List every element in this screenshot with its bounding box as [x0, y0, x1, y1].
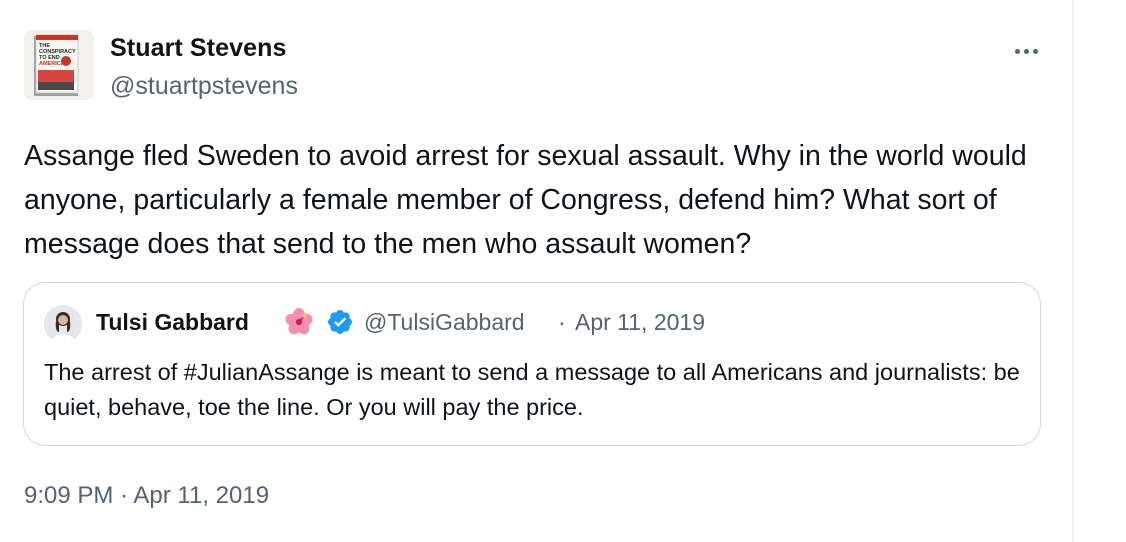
tweet-article: THE CONSPIRACY TO END AMERICA Stuart Ste… — [0, 0, 1072, 542]
person-avatar-icon — [44, 305, 82, 343]
quoted-tweet-date[interactable]: Apr 11, 2019 — [575, 309, 705, 336]
tweet-text: Assange fled Sweden to avoid arrest for … — [24, 140, 1027, 260]
more-dots-icon — [1014, 48, 1020, 54]
tweet-timestamp: 9:09 PM · Apr 11, 2019 — [24, 482, 269, 510]
quoted-separator: · — [558, 309, 566, 335]
book-cover-avatar-icon: THE CONSPIRACY TO END AMERICA — [24, 30, 94, 100]
tweet-time-link[interactable]: 9:09 PM · Apr 11, 2019 — [24, 482, 269, 509]
svg-text:AMERICA: AMERICA — [39, 61, 65, 67]
author-avatar[interactable]: THE CONSPIRACY TO END AMERICA — [24, 30, 94, 100]
timestamp-separator: · — [120, 482, 129, 509]
quoted-author-avatar[interactable] — [44, 305, 82, 343]
right-pane — [1074, 0, 1126, 542]
more-dot — [1032, 48, 1038, 54]
quoted-tweet-text: The arrest of #JulianAssange is meant to… — [44, 359, 1020, 420]
more-options-button[interactable] — [1006, 36, 1046, 66]
quoted-author-display-name[interactable]: Tulsi Gabbard — [96, 309, 249, 336]
more-dot — [1023, 48, 1029, 54]
quoted-tweet-card[interactable]: Tulsi Gabbard @TulsiGabbard · Apr 11, 20… — [23, 282, 1041, 446]
tweet-date: Apr 11, 2019 — [133, 482, 270, 509]
author-display-name[interactable]: Stuart Stevens — [110, 34, 286, 63]
author-handle[interactable]: @stuartpstevens — [110, 72, 298, 101]
hibiscus-flower-icon — [284, 307, 314, 337]
tweet-time: 9:09 PM — [24, 482, 114, 509]
quoted-author-handle[interactable]: @TulsiGabbard — [364, 309, 525, 336]
verified-badge-icon — [326, 308, 354, 336]
